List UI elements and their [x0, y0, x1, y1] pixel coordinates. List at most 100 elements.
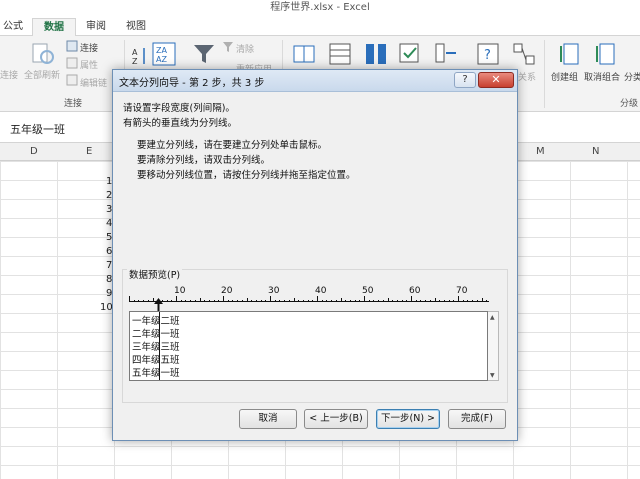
- cell-row-10[interactable]: 10: [100, 302, 113, 313]
- ruler-tick: [387, 298, 389, 302]
- ruler-tick: [321, 300, 323, 302]
- ruler-tick: [288, 300, 290, 302]
- column-header-e[interactable]: E: [86, 146, 92, 157]
- ruler-tick: [129, 296, 130, 302]
- ruler-tick: [133, 300, 135, 302]
- subtotal-button[interactable]: 分类: [624, 70, 640, 83]
- ruler-tick: [223, 296, 224, 302]
- ruler-tick: [213, 300, 215, 302]
- ruler-tick: [246, 298, 248, 302]
- back-button[interactable]: < 上一步(B): [304, 409, 368, 429]
- tip-line: 要清除分列线，请双击分列线。: [137, 155, 271, 166]
- refresh-all-icon[interactable]: [30, 42, 56, 66]
- dialog-title-bar[interactable]: 文本分列向导 - 第 2 步，共 3 步 ? ✕: [113, 70, 517, 92]
- ruler-number: 60: [409, 286, 421, 296]
- preview-line: 四年级五班: [132, 355, 180, 366]
- ruler-tick: [218, 300, 220, 302]
- sort-ascending-icon[interactable]: A Z: [132, 46, 148, 66]
- column-header-m[interactable]: M: [536, 146, 545, 157]
- cut-connect-label[interactable]: 连接: [0, 68, 18, 81]
- refresh-all-button[interactable]: 全部刷新: [24, 68, 60, 81]
- column-header-n[interactable]: N: [592, 146, 599, 157]
- column-ruler[interactable]: 10 20 30 40 50 60 70: [129, 286, 489, 304]
- ruler-tick: [411, 296, 412, 302]
- text-to-columns-dialog: 文本分列向导 - 第 2 步，共 3 步 ? ✕ 请设置字段宽度(列间隔)。 有…: [112, 69, 518, 441]
- data-preview[interactable]: 一年级二班 二年级一班 三年级三班 四年级五班 五年级一班: [129, 311, 488, 381]
- flash-fill-icon[interactable]: [328, 42, 354, 66]
- split-line-arrow-icon[interactable]: [154, 298, 163, 311]
- ruler-tick: [368, 300, 370, 302]
- data-validation-icon[interactable]: [398, 42, 424, 66]
- ruler-tick: [472, 300, 474, 302]
- ruler-tick: [255, 300, 257, 302]
- ruler-tick: [317, 296, 318, 302]
- svg-text:A: A: [132, 48, 138, 57]
- ruler-tick: [429, 300, 431, 302]
- ruler-tick: [147, 300, 149, 302]
- filter-icon[interactable]: [192, 42, 216, 66]
- what-if-analysis-icon[interactable]: ?: [476, 42, 502, 66]
- group-icon[interactable]: [558, 42, 580, 66]
- svg-text:Z: Z: [132, 57, 138, 66]
- ruler-tick: [260, 300, 262, 302]
- ruler-tick: [420, 300, 422, 302]
- scroll-up-icon[interactable]: ▲: [490, 314, 495, 321]
- column-header-d[interactable]: D: [30, 146, 38, 157]
- ruler-tick: [284, 300, 286, 302]
- edit-links-button[interactable]: 编辑链: [80, 76, 107, 89]
- ruler-tick: [251, 300, 253, 302]
- relationships-icon[interactable]: [512, 42, 536, 66]
- connections-group-label: 连接: [64, 99, 83, 109]
- connections-icon: [66, 40, 78, 52]
- ruler-tick: [143, 300, 145, 302]
- ruler-tick: [302, 300, 304, 302]
- ruler-number: 50: [362, 286, 374, 296]
- close-button[interactable]: ✕: [478, 72, 514, 88]
- preview-scrollbar[interactable]: ▲ ▼: [488, 311, 499, 381]
- sort-icon[interactable]: ZA AZ: [152, 42, 176, 66]
- connections-button[interactable]: 连接: [80, 41, 98, 54]
- formula-value[interactable]: 五年级一班: [10, 121, 65, 137]
- ungroup-button[interactable]: 取消组合: [584, 70, 620, 83]
- tab-review[interactable]: 审阅: [80, 18, 112, 36]
- ruler-tick: [307, 300, 309, 302]
- ruler-tick: [335, 300, 337, 302]
- ruler-number: 70: [456, 286, 468, 296]
- ruler-tick: [312, 300, 314, 302]
- ruler-tick: [204, 300, 206, 302]
- ruler-number: 30: [268, 286, 280, 296]
- tab-data[interactable]: 数据: [32, 18, 76, 36]
- finish-button[interactable]: 完成(F): [448, 409, 506, 429]
- relationships-button[interactable]: 关系: [518, 70, 536, 83]
- ruler-tick: [241, 300, 243, 302]
- ruler-tick: [345, 300, 347, 302]
- ruler-tick: [462, 300, 464, 302]
- group-button[interactable]: 创建组: [551, 70, 578, 83]
- tab-formulas[interactable]: 公式: [0, 18, 26, 36]
- preview-line: 二年级一班: [132, 329, 180, 340]
- ruler-tick: [176, 296, 177, 302]
- help-button[interactable]: ?: [454, 72, 476, 88]
- next-button[interactable]: 下一步(N) >: [376, 409, 440, 429]
- consolidate-icon[interactable]: [434, 42, 460, 66]
- scroll-down-icon[interactable]: ▼: [490, 372, 495, 379]
- tip-line: 要移动分列线位置，请按住分列线并拖至指定位置。: [137, 170, 356, 181]
- ruler-tick: [415, 300, 417, 302]
- tab-view[interactable]: 视图: [120, 18, 152, 36]
- ruler-tick: [425, 300, 427, 302]
- preview-line: 五年级一班: [132, 368, 180, 379]
- ruler-tick: [401, 300, 403, 302]
- remove-duplicates-icon[interactable]: [364, 42, 390, 66]
- ungroup-icon[interactable]: [594, 42, 616, 66]
- cancel-button[interactable]: 取消: [239, 409, 297, 429]
- properties-button[interactable]: 属性: [80, 58, 98, 71]
- ruler-tick: [274, 300, 276, 302]
- ruler-tick: [190, 300, 192, 302]
- instruction-line: 有箭头的垂直线为分列线。: [123, 118, 238, 129]
- text-to-columns-icon[interactable]: [292, 42, 318, 66]
- clear-filter-button[interactable]: 清除: [236, 42, 254, 55]
- ruler-tick: [232, 300, 234, 302]
- ruler-tick: [481, 298, 483, 302]
- split-line[interactable]: [159, 312, 160, 380]
- ruler-tick: [354, 300, 356, 302]
